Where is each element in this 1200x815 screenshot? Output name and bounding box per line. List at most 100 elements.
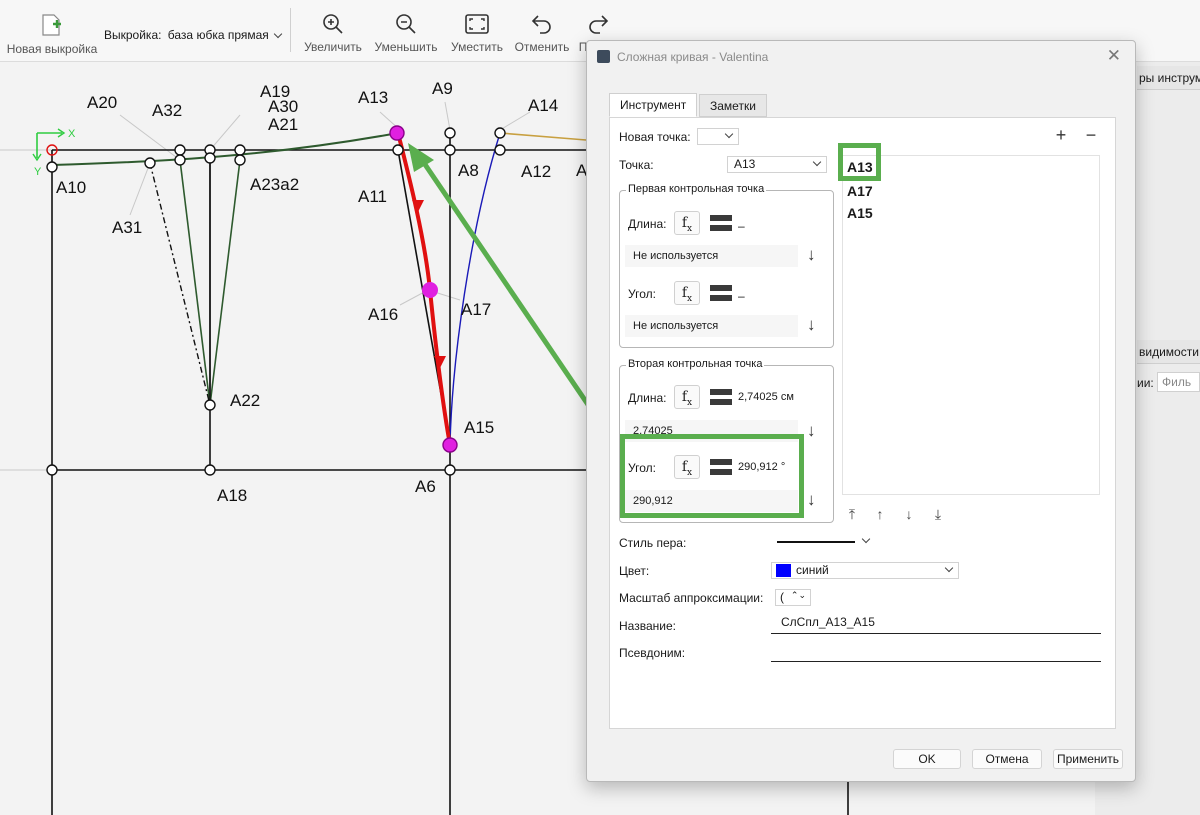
- first-cp-title: Первая контрольная точка: [626, 183, 767, 195]
- spin-arrows-icon[interactable]: ⌃⌄: [791, 588, 806, 603]
- zoom-in-button[interactable]: Увеличить: [302, 8, 364, 54]
- waist-curve: [51, 132, 399, 166]
- undo-label: Отменить: [514, 40, 570, 54]
- tab-notes[interactable]: Заметки: [699, 94, 767, 117]
- fit-button[interactable]: Уместить: [448, 8, 506, 54]
- apply-button[interactable]: Применить: [1053, 749, 1123, 769]
- fit-icon: [465, 14, 489, 34]
- approx-scale-value: (: [780, 590, 784, 604]
- first-length-formula[interactable]: Не используется: [625, 245, 798, 267]
- name-field[interactable]: СлСпл_A13_A15: [771, 612, 1101, 634]
- first-angle-formula[interactable]: Не используется: [625, 315, 798, 337]
- layer-label: ии:: [1137, 376, 1154, 390]
- point-label: A20: [87, 93, 117, 112]
- point-label: A6: [415, 477, 436, 496]
- redo-icon: [589, 15, 609, 34]
- chevron-down-icon: [861, 534, 871, 544]
- fit-label: Уместить: [451, 40, 503, 54]
- zoom-out-label: Уменьшить: [374, 40, 438, 54]
- remove-point-icon[interactable]: −: [1082, 126, 1100, 145]
- new-pattern-label: Новая выкройка: [6, 42, 98, 56]
- first-length-value: –: [738, 219, 745, 233]
- arrow-down-icon[interactable]: ↓: [807, 421, 816, 441]
- point-label: A30: [268, 97, 298, 116]
- color-label: Цвет:: [619, 564, 650, 578]
- point-label: A13: [358, 88, 388, 107]
- zoom-in-icon: [323, 14, 343, 34]
- new-point-combo[interactable]: [697, 128, 739, 145]
- second-length-value: 2,74025 см: [738, 391, 794, 403]
- pen-style-combo[interactable]: [771, 534, 875, 551]
- name-label: Название:: [619, 619, 676, 633]
- add-point-icon[interactable]: +: [1052, 126, 1070, 145]
- pattern-select[interactable]: база юбка прямая: [168, 28, 283, 42]
- axis-x-label: X: [68, 128, 76, 140]
- pattern-selector[interactable]: Выкройка: база юбка прямая: [104, 28, 283, 42]
- point-labels: A20 A32 A19 A30 A21 A13 A9 A14 A10 A23a2…: [56, 79, 588, 505]
- valentina-app-icon: [597, 50, 610, 63]
- new-pattern-icon: [42, 14, 61, 36]
- dart-lines: [149, 155, 241, 406]
- toolbar-separator: [290, 8, 291, 52]
- equals-icon: [710, 215, 732, 231]
- selected-points[interactable]: [389, 125, 458, 453]
- point-label: A15: [464, 418, 494, 437]
- pen-style-label: Стиль пера:: [619, 536, 687, 550]
- dialog-titlebar[interactable]: Сложная кривая - Valentina ✕: [587, 41, 1135, 73]
- filter-input[interactable]: Филь: [1157, 372, 1200, 392]
- move-up-icon[interactable]: ↑: [871, 506, 889, 524]
- color-swatch: [776, 564, 791, 577]
- equals-icon: [710, 389, 732, 405]
- point-label: A9: [432, 79, 453, 98]
- pen-line-sample: [777, 541, 855, 543]
- arrow-down-icon[interactable]: ↓: [807, 490, 816, 510]
- point-combo-value: A13: [734, 157, 756, 171]
- fx-icon[interactable]: fx: [674, 211, 700, 235]
- cancel-button[interactable]: Отмена: [972, 749, 1042, 769]
- point-label: A17: [461, 300, 491, 319]
- color-value: синий: [796, 563, 829, 577]
- color-combo[interactable]: синий: [771, 562, 959, 579]
- move-down-icon[interactable]: ↓: [900, 506, 918, 524]
- point-label: A16: [368, 305, 398, 324]
- point-list[interactable]: A13 A17 A15: [842, 155, 1100, 495]
- point-label: A18: [217, 486, 247, 505]
- arrow-down-icon[interactable]: ↓: [807, 315, 816, 335]
- arrow-down-icon[interactable]: ↓: [807, 245, 816, 265]
- point-label: A11: [358, 187, 387, 206]
- first-angle-label: Угол:: [628, 287, 656, 301]
- list-item[interactable]: A15: [847, 205, 873, 221]
- chevron-down-icon: [724, 129, 734, 139]
- close-icon[interactable]: ✕: [1107, 46, 1121, 66]
- list-item[interactable]: A17: [847, 183, 873, 199]
- point-label: Точка:: [619, 158, 654, 172]
- alias-field[interactable]: [771, 640, 1101, 662]
- approx-scale-spinbox[interactable]: ( ⌃⌄: [775, 589, 811, 606]
- tab-tool[interactable]: Инструмент: [609, 93, 698, 117]
- equals-icon: [710, 285, 732, 301]
- first-angle-value: –: [738, 289, 745, 303]
- chevron-down-icon: [944, 563, 954, 573]
- second-cp-title: Вторая контрольная точка: [626, 358, 765, 370]
- first-length-label: Длина:: [628, 217, 667, 231]
- fx-icon[interactable]: fx: [674, 281, 700, 305]
- new-pattern-button[interactable]: Новая выкройка: [6, 8, 98, 56]
- fx-icon[interactable]: fx: [674, 385, 700, 409]
- point-label: A10: [56, 178, 86, 197]
- undo-button[interactable]: Отменить: [512, 8, 572, 54]
- tool-options-header[interactable]: ры инструм: [1137, 66, 1200, 90]
- point-label: A22: [230, 391, 260, 410]
- undo-icon: [531, 15, 551, 34]
- alias-label: Псевдоним:: [619, 646, 686, 660]
- ok-button[interactable]: OK: [893, 749, 961, 769]
- move-top-icon[interactable]: ⤒: [843, 506, 861, 524]
- highlight-box-angle: [620, 434, 804, 518]
- move-bottom-icon[interactable]: ⤓: [929, 506, 947, 524]
- pattern-label: Выкройка:: [104, 28, 162, 42]
- point-combo[interactable]: A13: [727, 156, 827, 173]
- highlight-box-point: [838, 143, 881, 181]
- chevron-down-icon: [812, 157, 822, 167]
- visibility-header[interactable]: видимости: [1137, 340, 1200, 364]
- zoom-out-icon: [396, 14, 416, 34]
- zoom-out-button[interactable]: Уменьшить: [373, 8, 439, 54]
